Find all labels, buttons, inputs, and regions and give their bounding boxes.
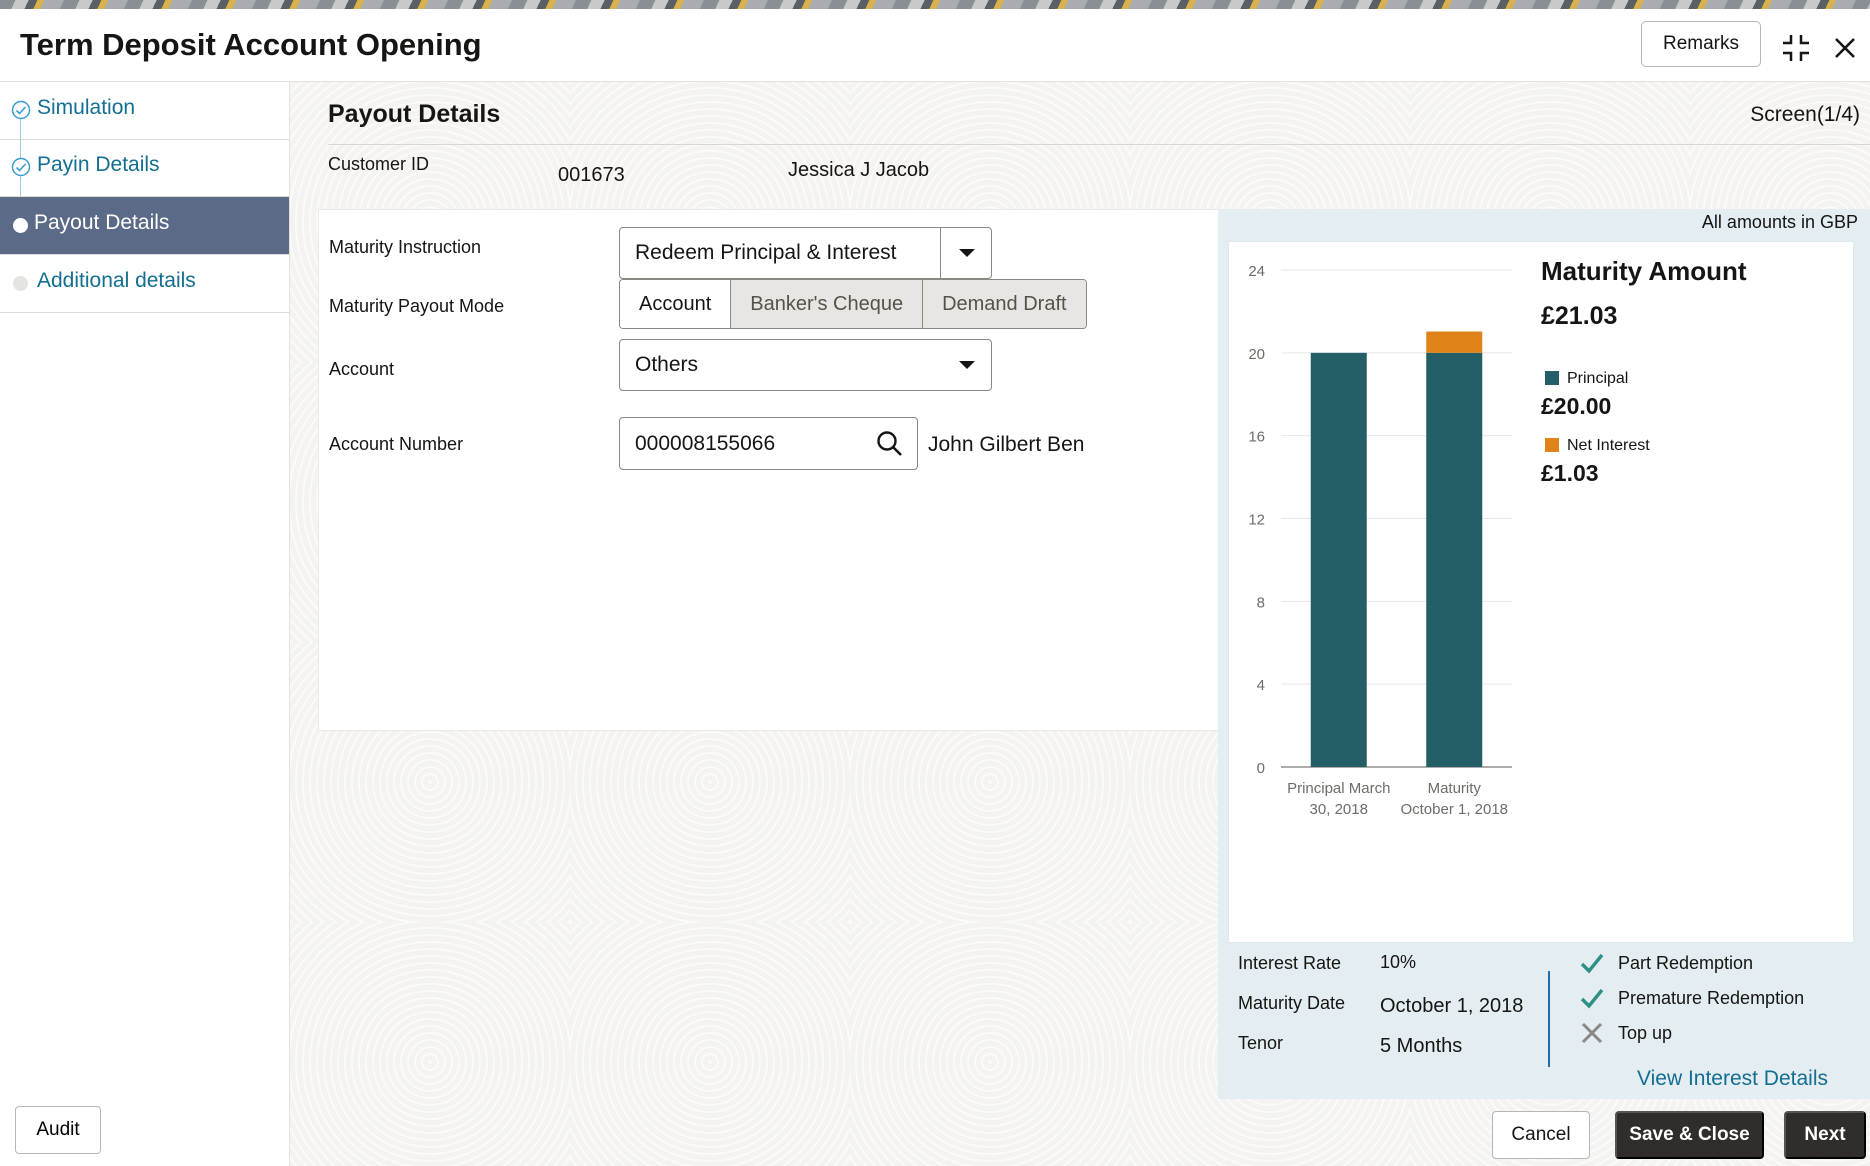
payout-mode-demand-draft[interactable]: Demand Draft: [923, 280, 1086, 328]
step-label: Additional details: [37, 269, 196, 292]
account-number-value: 000008155066: [635, 432, 776, 455]
title-bar: Term Deposit Account Opening Remarks: [0, 9, 1870, 82]
x-tick-label: Maturity: [1428, 780, 1482, 797]
y-tick-label: 16: [1248, 429, 1265, 446]
step-simulation[interactable]: Simulation: [0, 82, 289, 140]
step-current-icon: [13, 218, 28, 233]
close-window-icon[interactable]: [1828, 31, 1862, 65]
maturity-summary-panel: All amounts in GBP 0 4 8 12 16 20 24 Principal …: [1218, 209, 1870, 1099]
section-title: Payout Details: [328, 100, 501, 128]
chevron-down-icon: [959, 361, 975, 369]
minimize-window-icon[interactable]: [1779, 31, 1813, 65]
interest-rate-value: 10%: [1380, 952, 1417, 972]
account-holder-name: John Gilbert Ben: [928, 433, 1085, 456]
main-content: Payout Details Screen(1/4) Customer ID 0…: [290, 82, 1870, 1166]
step-label: Payout Details: [34, 211, 170, 234]
account-value: Others: [635, 353, 699, 376]
window-top-strip: [0, 0, 1870, 9]
summary-divider: [1548, 971, 1550, 1067]
cancel-button[interactable]: Cancel: [1492, 1111, 1590, 1159]
payout-mode-bankers-cheque[interactable]: Banker's Cheque: [731, 280, 924, 328]
step-label: Payin Details: [37, 153, 160, 176]
step-complete-icon: [11, 100, 31, 120]
y-tick-label: 8: [1257, 594, 1265, 611]
maturity-amount-total: £21.03: [1541, 302, 1618, 330]
maturity-instruction-select[interactable]: Redeem Principal & Interest: [619, 227, 992, 279]
bar-principal: [1426, 352, 1483, 767]
view-interest-details-link[interactable]: View Interest Details: [1637, 1067, 1828, 1091]
step-payin-details[interactable]: Payin Details: [0, 139, 289, 197]
legend-label-principal: Principal: [1567, 370, 1629, 387]
step-complete-icon: [11, 157, 31, 177]
save-close-button[interactable]: Save & Close: [1615, 1111, 1764, 1159]
customer-id-label: Customer ID: [328, 154, 430, 174]
maturity-instruction-label: Maturity Instruction: [329, 237, 482, 257]
close-icon: [1835, 38, 1855, 58]
y-tick-label: 20: [1248, 346, 1265, 363]
maturity-date-label: Maturity Date: [1238, 993, 1346, 1013]
interest-rate-label: Interest Rate: [1238, 953, 1342, 973]
account-number-field[interactable]: 000008155066: [619, 417, 918, 470]
step-label: Simulation: [37, 96, 136, 119]
feature-part-redemption: Part Redemption: [1618, 953, 1754, 973]
x-tick-label: Principal March: [1287, 780, 1390, 797]
search-icon[interactable]: [876, 430, 904, 458]
payout-mode-toggle: Account Banker's Cheque Demand Draft: [619, 279, 1087, 329]
payout-mode-account[interactable]: Account: [620, 280, 732, 328]
maturity-chart-card: 0 4 8 12 16 20 24 Principal March 30, 2018 Maturi…: [1228, 241, 1854, 943]
y-tick-label: 12: [1248, 512, 1265, 529]
bar-principal: [1310, 352, 1367, 767]
payout-form: Maturity Instruction Redeem Principal & …: [318, 209, 1220, 731]
x-tick-label: October 1, 2018: [1400, 801, 1508, 818]
select-divider: [940, 228, 941, 278]
tenor-label: Tenor: [1238, 1033, 1284, 1053]
account-select[interactable]: Others: [619, 339, 992, 391]
step-payout-details[interactable]: Payout Details: [0, 197, 289, 255]
maturity-amount-title: Maturity Amount: [1541, 256, 1747, 286]
customer-name: Jessica J Jacob: [788, 159, 930, 181]
remarks-button[interactable]: Remarks: [1641, 21, 1761, 67]
maturity-instruction-value: Redeem Principal & Interest: [635, 241, 897, 264]
legend-swatch-net-interest: [1545, 438, 1559, 452]
screen-indicator: Screen(1/4): [1750, 103, 1860, 126]
page-title: Term Deposit Account Opening: [20, 27, 482, 62]
step-additional-details[interactable]: Additional details: [0, 255, 289, 313]
y-tick-label: 4: [1257, 677, 1265, 694]
y-tick-label: 0: [1257, 760, 1265, 777]
legend-swatch-principal: [1545, 371, 1559, 385]
account-label: Account: [329, 359, 395, 379]
check-icon: [1580, 953, 1604, 974]
account-number-label: Account Number: [329, 434, 464, 454]
legend-label-net-interest: Net Interest: [1567, 437, 1650, 454]
check-icon: [1580, 988, 1604, 1009]
feature-top-up: Top up: [1618, 1023, 1673, 1043]
payout-mode-label: Maturity Payout Mode: [329, 296, 505, 316]
legend-value-principal: £20.00: [1541, 393, 1612, 419]
header-divider: [328, 144, 1870, 145]
x-tick-label: 30, 2018: [1310, 801, 1368, 818]
next-button[interactable]: Next: [1784, 1111, 1866, 1159]
chevron-down-icon[interactable]: [959, 249, 975, 257]
customer-id-value: 001673: [558, 164, 625, 186]
currency-note: All amounts in GBP: [1701, 212, 1858, 232]
cross-icon: [1581, 1022, 1603, 1044]
bar-net-interest: [1426, 331, 1483, 353]
audit-button[interactable]: Audit: [15, 1106, 101, 1154]
step-pending-icon: [13, 276, 28, 291]
tenor-value: 5 Months: [1380, 1035, 1463, 1057]
collapse-icon: [1783, 35, 1809, 61]
feature-premature-redemption: Premature Redemption: [1618, 988, 1805, 1008]
maturity-date-value: October 1, 2018: [1380, 995, 1524, 1017]
maturity-bar-chart: 0 4 8 12 16 20 24 Principal March 30, 2018 Maturi…: [1248, 263, 1512, 818]
step-sidebar: Simulation Payin Details Payout Details …: [0, 82, 290, 1166]
legend-value-net-interest: £1.03: [1541, 460, 1599, 486]
y-tick-label: 24: [1248, 263, 1265, 280]
